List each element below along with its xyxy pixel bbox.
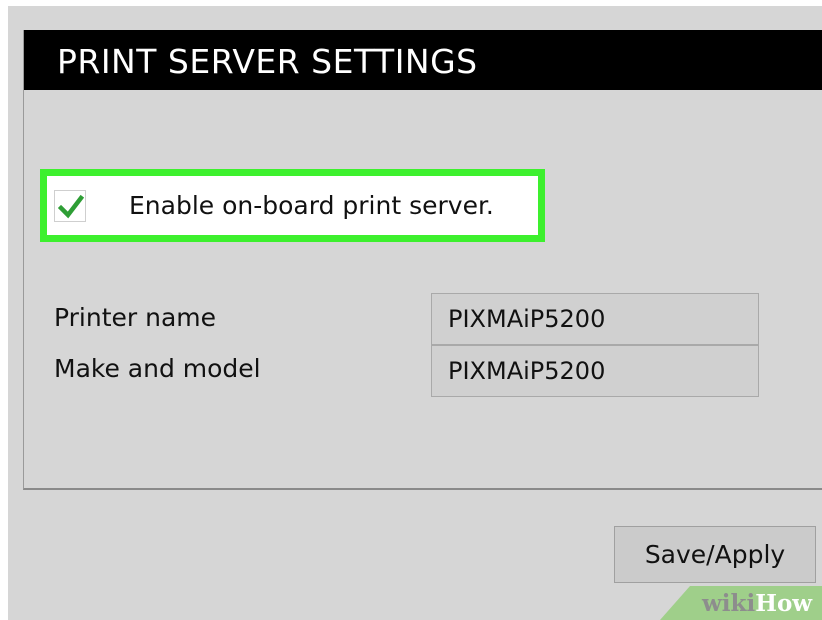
printer-name-label: Printer name [54, 303, 217, 332]
make-model-label: Make and model [54, 354, 261, 383]
stage: PRINT SERVER SETTINGS Enable on-board pr… [0, 0, 822, 620]
watermark-text: wikiHow [702, 590, 812, 617]
wikihow-watermark: wikiHow [660, 586, 822, 620]
enable-print-server-checkbox[interactable] [54, 190, 86, 222]
print-server-panel: PRINT SERVER SETTINGS Enable on-board pr… [23, 30, 822, 490]
printer-name-field[interactable]: PIXMAiP5200 [431, 293, 759, 345]
enable-print-server-option[interactable]: Enable on-board print server. [40, 169, 545, 242]
checkmark-icon [58, 194, 84, 219]
enable-print-server-label: Enable on-board print server. [129, 191, 494, 220]
save-apply-button[interactable]: Save/Apply [614, 526, 816, 583]
make-model-field[interactable]: PIXMAiP5200 [431, 345, 759, 397]
panel-header: PRINT SERVER SETTINGS [24, 30, 822, 90]
page-title: PRINT SERVER SETTINGS [57, 42, 478, 81]
watermark-how: How [755, 590, 813, 617]
watermark-wiki: wiki [702, 590, 756, 617]
